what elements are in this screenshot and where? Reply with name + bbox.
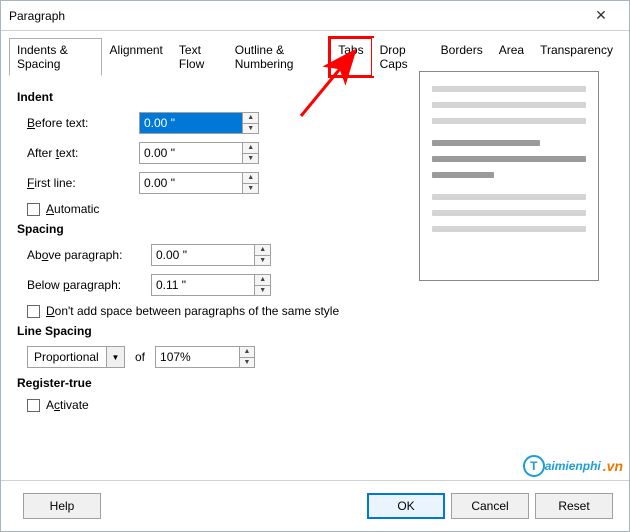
- below-paragraph-input[interactable]: [152, 275, 254, 295]
- automatic-label: Automatic: [46, 202, 99, 216]
- window-title: Paragraph: [9, 9, 581, 23]
- label-above-paragraph: Above paragraph:: [19, 248, 151, 262]
- above-paragraph-field[interactable]: ▲▼: [151, 244, 271, 266]
- spin-up-icon[interactable]: ▲: [243, 143, 258, 154]
- before-text-input[interactable]: [140, 113, 242, 133]
- preview-pane: [419, 71, 599, 281]
- line-spacing-value-field[interactable]: ▲▼: [155, 346, 255, 368]
- line-spacing-select[interactable]: Proportional ▼: [27, 346, 125, 368]
- button-bar: Help OK Cancel Reset: [1, 480, 629, 519]
- titlebar: Paragraph ✕: [1, 1, 629, 31]
- section-line-spacing: Line Spacing: [17, 324, 611, 338]
- spin-down-icon[interactable]: ▼: [243, 124, 258, 134]
- preview-line: [432, 140, 540, 146]
- preview-line: [432, 210, 586, 216]
- preview-line: [432, 226, 586, 232]
- first-line-input[interactable]: [140, 173, 242, 193]
- preview-line: [432, 118, 586, 124]
- help-button[interactable]: Help: [23, 493, 101, 519]
- spin-up-icon[interactable]: ▲: [255, 245, 270, 256]
- label-before-text: Before text:: [19, 116, 139, 130]
- line-spacing-value-input[interactable]: [156, 347, 239, 367]
- spin-down-icon[interactable]: ▼: [255, 256, 270, 266]
- chevron-down-icon[interactable]: ▼: [106, 347, 124, 367]
- tab-alignment[interactable]: Alignment: [102, 38, 171, 76]
- checkbox-box[interactable]: [27, 399, 40, 412]
- section-register-true: Register-true: [17, 376, 611, 390]
- spin-down-icon[interactable]: ▼: [255, 286, 270, 296]
- watermark-text: aimienphi: [545, 459, 601, 473]
- preview-line: [432, 156, 586, 162]
- preview-line: [432, 194, 586, 200]
- preview-line: [432, 102, 586, 108]
- tab-outline-numbering[interactable]: Outline & Numbering: [227, 38, 331, 76]
- cancel-button[interactable]: Cancel: [451, 493, 529, 519]
- first-line-field[interactable]: ▲▼: [139, 172, 259, 194]
- tab-indents-spacing[interactable]: Indents & Spacing: [9, 38, 102, 76]
- preview-line: [432, 86, 586, 92]
- spin-up-icon[interactable]: ▲: [243, 173, 258, 184]
- below-paragraph-field[interactable]: ▲▼: [151, 274, 271, 296]
- checkbox-box[interactable]: [27, 203, 40, 216]
- label-below-paragraph: Below paragraph:: [19, 278, 151, 292]
- label-after-text: After text:: [19, 146, 139, 160]
- checkbox-box[interactable]: [27, 305, 40, 318]
- no-space-label: Don't add space between paragraphs of th…: [46, 304, 339, 318]
- watermark: T aimienphi .vn: [523, 455, 623, 477]
- above-paragraph-input[interactable]: [152, 245, 254, 265]
- spin-down-icon[interactable]: ▼: [240, 358, 254, 368]
- watermark-suffix: .vn: [603, 458, 623, 474]
- before-text-field[interactable]: ▲▼: [139, 112, 259, 134]
- line-spacing-mode: Proportional: [28, 350, 106, 364]
- close-button[interactable]: ✕: [581, 2, 621, 30]
- ok-button[interactable]: OK: [367, 493, 445, 519]
- spin-down-icon[interactable]: ▼: [243, 154, 258, 164]
- spin-up-icon[interactable]: ▲: [243, 113, 258, 124]
- preview-line: [432, 172, 494, 178]
- tab-text-flow[interactable]: Text Flow: [171, 38, 227, 76]
- no-space-same-style-checkbox[interactable]: Don't add space between paragraphs of th…: [27, 304, 611, 318]
- activate-label: Activate: [46, 398, 89, 412]
- spin-down-icon[interactable]: ▼: [243, 184, 258, 194]
- label-of: of: [135, 350, 145, 364]
- tab-tabs[interactable]: Tabs: [330, 38, 371, 76]
- label-first-line: First line:: [19, 176, 139, 190]
- after-text-field[interactable]: ▲▼: [139, 142, 259, 164]
- watermark-icon: T: [523, 455, 545, 477]
- reset-button[interactable]: Reset: [535, 493, 613, 519]
- spin-up-icon[interactable]: ▲: [255, 275, 270, 286]
- after-text-input[interactable]: [140, 143, 242, 163]
- spin-up-icon[interactable]: ▲: [240, 347, 254, 358]
- activate-checkbox[interactable]: Activate: [27, 398, 611, 412]
